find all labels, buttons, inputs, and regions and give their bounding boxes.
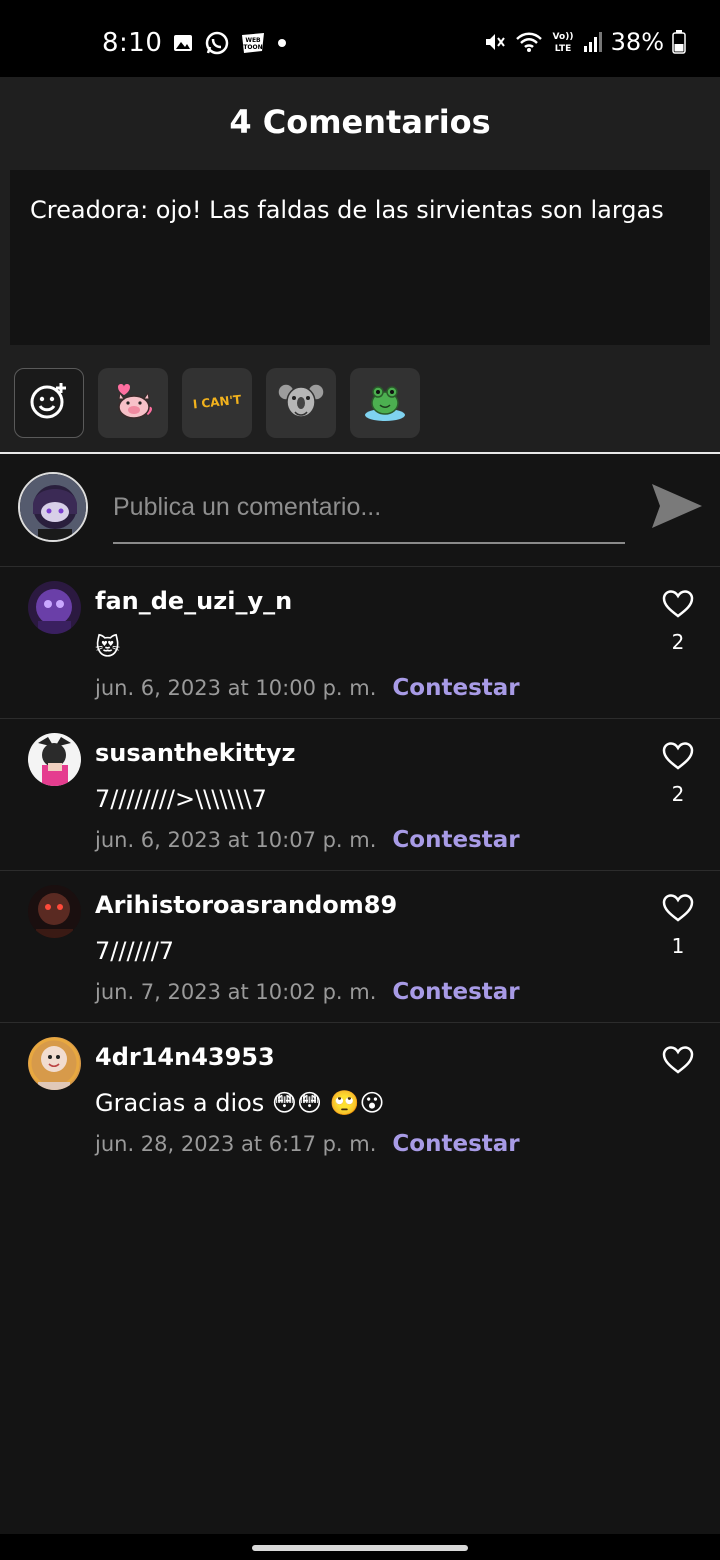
creator-note-text: Creadora: ojo! Las faldas de las sirvien…	[30, 196, 664, 224]
comment-meta: jun. 7, 2023 at 10:02 p. m. Contestar	[95, 979, 520, 1005]
svg-text:Vo)): Vo))	[552, 32, 573, 42]
comment-item: susanthekittyz 7////////>\\\\\\\7 jun. 6…	[0, 718, 720, 870]
koala-sticker-button[interactable]	[266, 368, 336, 438]
koala-sticker-icon	[277, 378, 325, 428]
whatsapp-icon	[204, 30, 230, 56]
dot-icon	[276, 37, 288, 49]
comments-header: 4 Comentarios	[0, 77, 720, 167]
i-cant-sticker-icon: I CAN'T	[191, 389, 243, 417]
gallery-icon	[172, 32, 194, 54]
reply-button[interactable]: Contestar	[392, 675, 519, 701]
battery-percent: 38%	[610, 28, 664, 56]
creator-note-box: Creadora: ojo! Las faldas de las sirvien…	[10, 170, 710, 345]
comment-date: jun. 7, 2023 at 10:02 p. m.	[95, 980, 377, 1004]
status-right-group: Vo)) LTE 38%	[483, 28, 686, 56]
like-count: 2	[671, 630, 685, 654]
like-button[interactable]	[662, 589, 694, 619]
comment-date: jun. 28, 2023 at 6:17 p. m.	[95, 1132, 377, 1156]
like-count: 2	[671, 782, 685, 806]
signal-icon	[583, 31, 603, 53]
add-emoji-icon	[28, 380, 70, 426]
comment-compose	[0, 454, 720, 566]
avatar[interactable]	[28, 1037, 81, 1090]
like-button[interactable]	[662, 741, 694, 771]
page-title: 4 Comentarios	[229, 103, 491, 141]
comment-item: Arihistoroasrandom89 7//////7 jun. 7, 20…	[0, 870, 720, 1022]
avatar[interactable]	[28, 581, 81, 634]
heart-icon	[662, 742, 694, 770]
comment-username[interactable]: fan_de_uzi_y_n	[95, 587, 292, 615]
heart-icon	[662, 894, 694, 922]
comment-username[interactable]: 4dr14n43953	[95, 1043, 275, 1071]
pig-sticker-button[interactable]	[98, 368, 168, 438]
send-icon	[652, 484, 702, 528]
frog-sticker-icon	[361, 379, 409, 427]
comment-list: fan_de_uzi_y_n 😻 jun. 6, 2023 at 10:00 p…	[0, 566, 720, 1174]
svg-text:LTE: LTE	[554, 44, 571, 54]
comment-meta: jun. 6, 2023 at 10:07 p. m. Contestar	[95, 827, 520, 853]
svg-text:I CAN'T: I CAN'T	[192, 392, 243, 411]
comment-date: jun. 6, 2023 at 10:00 p. m.	[95, 676, 377, 700]
battery-icon	[672, 30, 686, 54]
avatar[interactable]	[28, 733, 81, 786]
home-handle[interactable]	[252, 1545, 468, 1551]
comment-text: 😻	[95, 633, 121, 661]
avatar[interactable]	[28, 885, 81, 938]
comment-input[interactable]	[113, 484, 625, 544]
comment-username[interactable]: Arihistoroasrandom89	[95, 891, 397, 919]
pig-sticker-icon	[108, 379, 158, 427]
creator-note-panel: Creadora: ojo! Las faldas de las sirvien…	[0, 160, 720, 355]
frog-sticker-button[interactable]	[350, 368, 420, 438]
comment-date: jun. 6, 2023 at 10:07 p. m.	[95, 828, 377, 852]
comment-text: 7////////>\\\\\\\7	[95, 785, 267, 813]
comment-item: 4dr14n43953 Gracias a dios 😳😳 🙄😮 jun. 28…	[0, 1022, 720, 1174]
sticker-bar: I CAN'T	[0, 355, 720, 452]
mute-icon	[483, 30, 507, 54]
status-time: 8:10	[102, 28, 163, 58]
send-button[interactable]	[648, 480, 704, 532]
webtoon-icon: WEB TOON	[240, 31, 266, 55]
reply-button[interactable]: Contestar	[392, 1131, 519, 1157]
my-avatar	[18, 472, 88, 542]
svg-text:TOON: TOON	[244, 44, 263, 51]
like-count: 1	[671, 934, 685, 958]
comment-username[interactable]: susanthekittyz	[95, 739, 296, 767]
heart-icon	[662, 590, 694, 618]
status-left-group: 8:10 WEB TOON	[102, 28, 288, 58]
comment-item: fan_de_uzi_y_n 😻 jun. 6, 2023 at 10:00 p…	[0, 566, 720, 718]
volte-lte-icon: Vo)) LTE	[551, 29, 575, 55]
svg-text:WEB: WEB	[246, 37, 262, 44]
heart-icon	[662, 1046, 694, 1074]
reply-button[interactable]: Contestar	[392, 979, 519, 1005]
wifi-icon	[515, 30, 543, 54]
comment-meta: jun. 28, 2023 at 6:17 p. m. Contestar	[95, 1131, 520, 1157]
navigation-bar	[0, 1534, 720, 1560]
i-cant-sticker-button[interactable]: I CAN'T	[182, 368, 252, 438]
comment-meta: jun. 6, 2023 at 10:00 p. m. Contestar	[95, 675, 520, 701]
comment-text: 7//////7	[95, 937, 175, 965]
reply-button[interactable]: Contestar	[392, 827, 519, 853]
comment-text: Gracias a dios 😳😳 🙄😮	[95, 1089, 385, 1117]
like-button[interactable]	[662, 1045, 694, 1075]
like-button[interactable]	[662, 893, 694, 923]
status-bar: 8:10 WEB TOON Vo)) LTE 38%	[0, 0, 720, 77]
add-emoji-button[interactable]	[14, 368, 84, 438]
